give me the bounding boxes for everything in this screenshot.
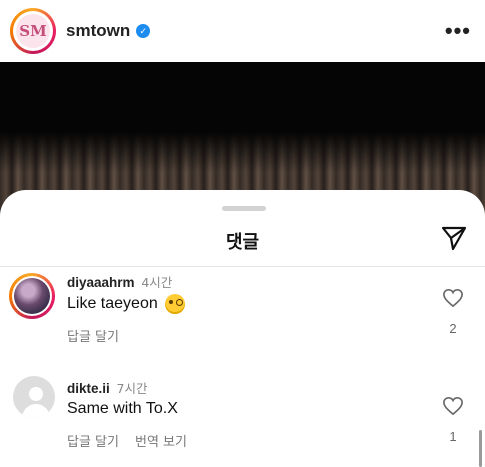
sheet-drag-handle[interactable] xyxy=(222,206,266,211)
like-container: 1 xyxy=(441,396,465,444)
avatar-photo xyxy=(14,278,50,314)
sheet-divider xyxy=(0,266,485,267)
like-count: 1 xyxy=(449,429,457,444)
post-avatar[interactable]: SM xyxy=(10,8,56,54)
see-translation-button[interactable]: 번역 보기 xyxy=(135,431,187,450)
like-container: 2 xyxy=(441,288,465,336)
more-options-icon[interactable]: ••• xyxy=(445,18,471,44)
smtown-logo: SM xyxy=(16,14,50,48)
comment-time: 7시간 xyxy=(116,381,148,396)
commenter-avatar[interactable] xyxy=(9,273,55,319)
comment-text: Same with To.X xyxy=(67,400,178,418)
comment-username[interactable]: diyaaahrm xyxy=(67,275,135,290)
reply-button[interactable]: 답글 달기 xyxy=(67,431,119,450)
comment-actions: 답글 달기 xyxy=(67,326,119,345)
comment-username[interactable]: dikte.ii xyxy=(67,381,110,396)
default-avatar-icon[interactable] xyxy=(13,376,55,418)
comment-body: Like taeyeon xyxy=(67,295,158,312)
post-username[interactable]: smtown xyxy=(66,21,130,41)
comment-meta: dikte.ii 7시간 xyxy=(67,378,147,397)
comment-text: Like taeyeon xyxy=(67,294,185,314)
like-count: 2 xyxy=(449,321,457,336)
scrollbar[interactable] xyxy=(479,430,482,467)
comments-sheet: 댓글 diyaaahrm 4시간 Like taeyeon 답글 달기 2 di… xyxy=(0,190,485,467)
heart-icon[interactable] xyxy=(442,396,464,416)
post-header: SM smtown ✓ ••• xyxy=(0,0,485,62)
verified-badge-icon: ✓ xyxy=(136,24,151,38)
sheet-title: 댓글 xyxy=(225,232,260,253)
comment-actions: 답글 달기 번역 보기 xyxy=(67,431,187,450)
comment-body: Same with To.X xyxy=(67,400,178,417)
share-send-icon[interactable] xyxy=(440,224,468,252)
heart-icon[interactable] xyxy=(442,288,464,308)
comment-time: 4시간 xyxy=(141,275,173,290)
reply-button[interactable]: 답글 달기 xyxy=(67,326,119,345)
face-with-monocle-icon xyxy=(164,294,185,314)
comment-meta: diyaaahrm 4시간 xyxy=(67,272,172,291)
